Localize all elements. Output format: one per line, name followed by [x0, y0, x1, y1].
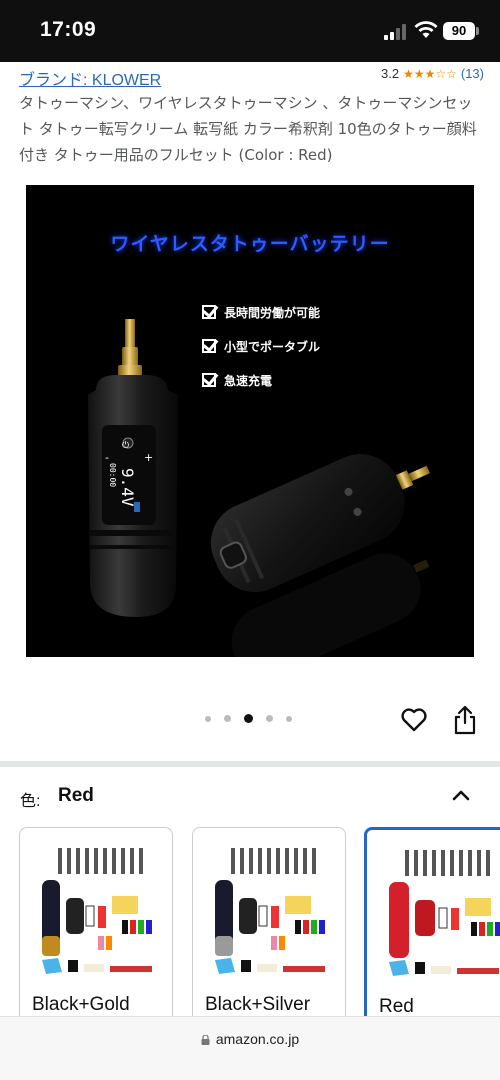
heart-icon[interactable] — [400, 706, 428, 734]
product-title: タトゥーマシン、ワイヤレスタトゥーマシン 、タトゥーマシンセット タトゥー転写ク… — [19, 94, 477, 164]
svg-text:-: - — [105, 451, 109, 464]
swatch-label: Red — [379, 996, 414, 1017]
gallery-dot[interactable] — [286, 715, 292, 722]
color-swatch-black-silver[interactable]: Black+Silver — [192, 827, 346, 1027]
lock-icon — [201, 1035, 210, 1045]
swatch-product-image — [215, 848, 325, 974]
share-icon[interactable] — [453, 705, 477, 735]
gallery-dot[interactable] — [224, 715, 231, 722]
color-swatch-list: Black+Gold Black+Silver Red — [19, 827, 500, 1027]
color-selector-header[interactable]: 色: Red — [20, 785, 480, 810]
color-swatch-red[interactable]: Red — [364, 827, 500, 1027]
brand-link[interactable]: ブランド: KLOWER — [19, 66, 161, 90]
swatch-product-image — [42, 848, 152, 974]
review-count[interactable]: (13) — [461, 66, 484, 81]
wifi-icon — [414, 21, 438, 38]
gallery-pagination — [205, 714, 305, 723]
url-display[interactable]: amazon.co.jp — [0, 1031, 500, 1047]
battery-indicator: 90 — [443, 22, 475, 40]
gallery-dot[interactable] — [266, 715, 273, 722]
swatch-product-image — [389, 850, 500, 976]
chevron-up-icon[interactable] — [452, 789, 470, 801]
rating-value: 3.2 — [381, 66, 400, 81]
device-voltage-readout: 9.4V — [118, 468, 137, 507]
svg-text:+: + — [144, 451, 153, 464]
battery-device-upright: 00:00 9.4V ⏻ - + — [88, 319, 430, 657]
product-image[interactable]: ワイヤレスタトゥーバッテリー 長時間労働が可能 小型でポータブル 急速充電 00… — [26, 185, 474, 657]
device-time-readout: 00:00 — [108, 463, 117, 487]
brand-rating-row: ブランド: KLOWER 3.2 ★★★☆☆ (13) — [19, 66, 484, 90]
color-label: 色: — [20, 793, 41, 810]
section-divider — [0, 761, 500, 767]
rating-summary[interactable]: 3.2 ★★★☆☆ (13) — [381, 66, 484, 81]
selected-color: Red — [58, 785, 94, 806]
url-text: amazon.co.jp — [215, 1031, 300, 1047]
status-time: 17:09 — [40, 18, 97, 41]
status-bar: 17:09 90 — [0, 0, 500, 62]
gallery-dot[interactable] — [205, 715, 211, 722]
star-rating-icon: ★★★☆☆ — [403, 66, 457, 81]
gallery-dot-active[interactable] — [244, 714, 253, 723]
swatch-label: Black+Silver — [205, 994, 311, 1015]
cellular-signal-icon — [384, 24, 406, 40]
color-swatch-black-gold[interactable]: Black+Gold — [19, 827, 173, 1027]
browser-url-bar[interactable]: amazon.co.jp — [0, 1016, 500, 1080]
swatch-label: Black+Gold — [32, 994, 130, 1015]
svg-text:⏻: ⏻ — [122, 440, 129, 451]
battery-cap — [476, 27, 479, 35]
